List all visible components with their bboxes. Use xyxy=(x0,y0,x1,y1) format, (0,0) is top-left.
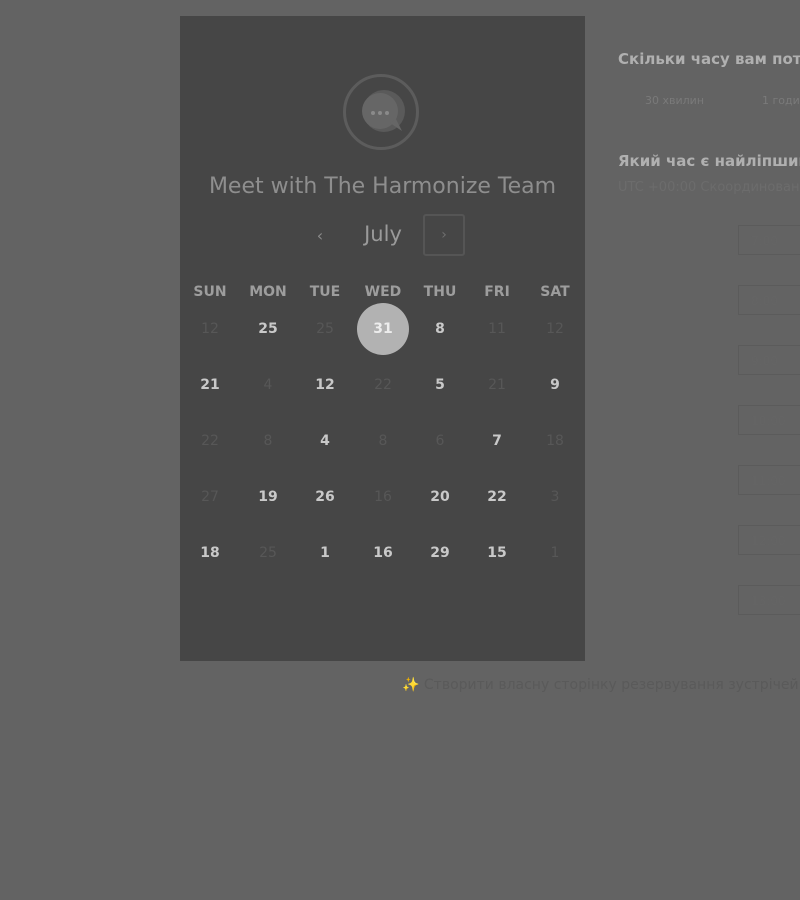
calendar-day[interactable]: 9 xyxy=(529,359,581,411)
weekday-label: TUE xyxy=(309,284,341,300)
calendar-day[interactable]: 5 xyxy=(414,359,466,411)
create-booking-page-label: Створити власну сторінку резервування зу… xyxy=(423,677,799,693)
calendar-day: 6 xyxy=(435,433,445,449)
calendar-day: 12 xyxy=(546,321,564,337)
time-slot[interactable]: 7:00 xyxy=(738,225,800,255)
calendar-day[interactable]: 20 xyxy=(414,471,466,523)
month-label: July xyxy=(364,222,402,246)
calendar-day: 25 xyxy=(316,321,334,337)
weekday-header: SUN MON TUE WED THU FRI SAT xyxy=(180,284,585,304)
team-avatar xyxy=(343,74,419,150)
duration-option-60[interactable]: 1 годи xyxy=(762,94,800,107)
time-question: Який час є найліпшим xyxy=(618,152,800,170)
weekday-label: WED xyxy=(364,284,402,300)
calendar-day[interactable]: 8 xyxy=(414,303,466,355)
calendar-day: 11 xyxy=(488,321,506,337)
previous-month-button[interactable]: ‹ xyxy=(305,221,335,251)
calendar-day: 27 xyxy=(201,489,219,505)
month-navigation: ‹ July xyxy=(180,214,585,258)
calendar-day: 18 xyxy=(546,433,564,449)
calendar-day: 22 xyxy=(374,377,392,393)
duration-question: Скільки часу вам потр xyxy=(618,50,800,68)
calendar-day: 8 xyxy=(378,433,388,449)
calendar-day: 8 xyxy=(263,433,273,449)
booking-card: Meet with The Harmonize Team ‹ July › SU… xyxy=(180,16,585,661)
calendar-day[interactable]: 19 xyxy=(242,471,294,523)
time-slot[interactable]: 11:00 xyxy=(738,465,800,495)
time-slot[interactable]: 9:00 xyxy=(738,345,800,375)
weekday-label: THU xyxy=(423,284,457,300)
calendar-day[interactable]: 26 xyxy=(299,471,351,523)
calendar-day[interactable]: 21 xyxy=(184,359,236,411)
calendar-day[interactable]: 29 xyxy=(414,527,466,579)
chat-bubble-icon xyxy=(362,90,405,132)
next-month-button[interactable]: › xyxy=(423,214,465,256)
time-slot[interactable]: 13:00 xyxy=(738,585,800,615)
calendar-day: 22 xyxy=(201,433,219,449)
weekday-label: MON xyxy=(249,284,287,300)
calendar-day[interactable]: 1 xyxy=(299,527,351,579)
calendar-day[interactable]: 16 xyxy=(357,527,409,579)
calendar-day: 16 xyxy=(374,489,392,505)
calendar-day: 4 xyxy=(263,377,273,393)
calendar-day[interactable]: 25 xyxy=(242,303,294,355)
weekday-label: FRI xyxy=(484,284,510,300)
selected-day[interactable]: 31 xyxy=(357,303,409,355)
calendar-day: 12 xyxy=(201,321,219,337)
calendar-day[interactable]: 7 xyxy=(471,415,523,467)
calendar-day: 25 xyxy=(259,545,277,561)
weekday-label: SUN xyxy=(193,284,227,300)
calendar-day[interactable]: 22 xyxy=(471,471,523,523)
calendar-day[interactable]: 12 xyxy=(299,359,351,411)
time-slot[interactable]: 8:00 xyxy=(738,285,800,315)
duration-option-30[interactable]: 30 хвилин xyxy=(645,94,704,107)
sparkle-icon: ✨ xyxy=(402,677,420,693)
calendar-day: 3 xyxy=(550,489,560,505)
booking-title: Meet with The Harmonize Team xyxy=(208,174,557,199)
create-booking-page-link[interactable]: ✨ Створити власну сторінку резервування … xyxy=(402,677,799,693)
timezone-selector[interactable]: UTC +00:00 Скоординовано xyxy=(618,180,800,195)
calendar-day: 21 xyxy=(488,377,506,393)
time-slot[interactable]: 12:00 xyxy=(738,525,800,555)
calendar-day[interactable]: 18 xyxy=(184,527,236,579)
weekday-label: SAT xyxy=(540,284,570,300)
calendar-day[interactable]: 15 xyxy=(471,527,523,579)
calendar-day[interactable]: 4 xyxy=(299,415,351,467)
calendar-day: 1 xyxy=(550,545,560,561)
time-slot[interactable]: 10:00 xyxy=(738,405,800,435)
